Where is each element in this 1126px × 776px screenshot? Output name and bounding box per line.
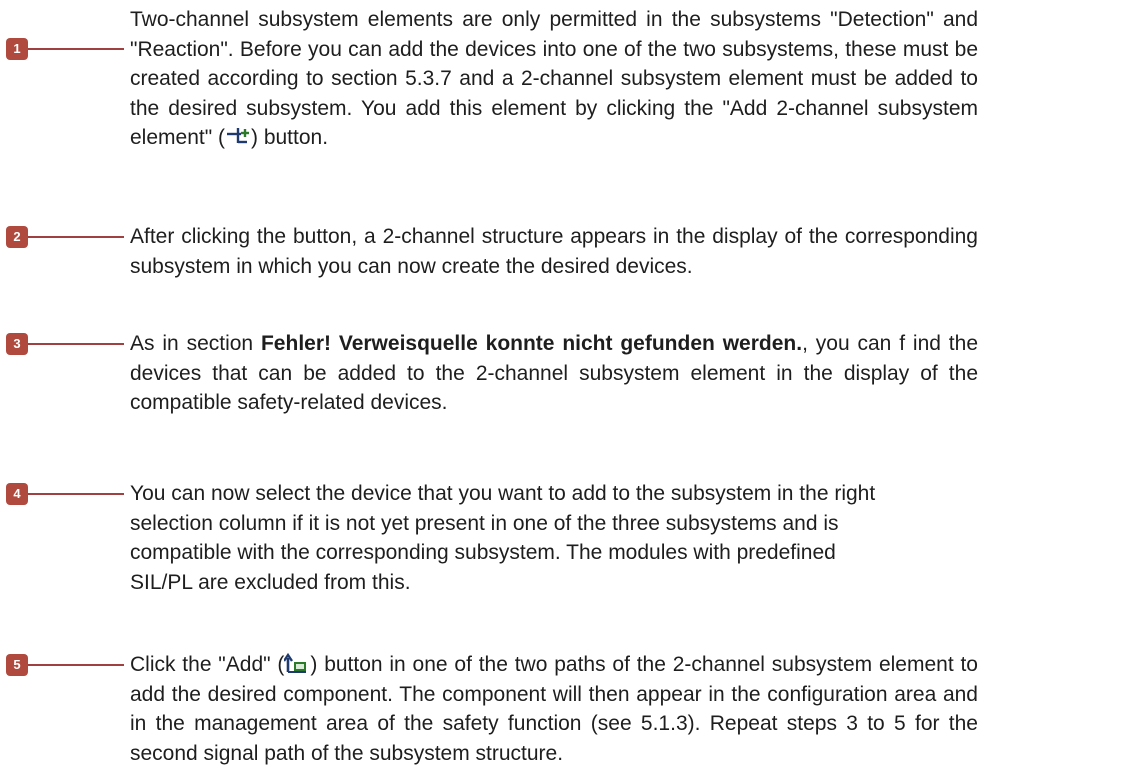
callout-connector-line — [28, 236, 124, 238]
step-5-description: Click the "Add" ( ) button in one of the… — [130, 650, 978, 768]
step-2-description: After clicking the button, a 2-channel s… — [130, 225, 978, 278]
callout-connector-line — [28, 493, 124, 495]
step-5-text-start: Click the "Add" ( — [130, 653, 285, 676]
step-1-description: Two-channel subsystem elements are only … — [130, 5, 978, 153]
callout-connector-line — [28, 343, 124, 345]
callout-connector-line — [28, 48, 124, 50]
step-4-line: SIL/PL are excluded from this. — [130, 570, 411, 594]
step-1-text-end: ) button. — [251, 126, 329, 149]
add-2-channel-subsystem-element-icon — [227, 128, 249, 144]
step-4-line: You can now select the device that you w… — [130, 482, 876, 505]
step-4-line: selection column if it is not yet presen… — [130, 511, 839, 535]
step-3-description: As in section Fehler! Verweisquelle konn… — [130, 329, 978, 418]
step-number-badge: 3 — [6, 333, 28, 355]
add-icon — [284, 652, 307, 673]
step-3-error-reference: Fehler! Verweisquelle konnte nicht gefun… — [260, 332, 803, 355]
step-number-badge: 5 — [6, 654, 28, 676]
callout-connector-line — [28, 664, 124, 666]
step-number-badge: 4 — [6, 483, 28, 505]
step-number-badge: 2 — [6, 226, 28, 248]
step-4-line: compatible with the corresponding subsys… — [130, 541, 836, 564]
step-number-badge: 1 — [6, 38, 28, 60]
step-4-description: You can now select the device that you w… — [130, 479, 978, 597]
step-3-text-start: As in section — [130, 332, 261, 355]
